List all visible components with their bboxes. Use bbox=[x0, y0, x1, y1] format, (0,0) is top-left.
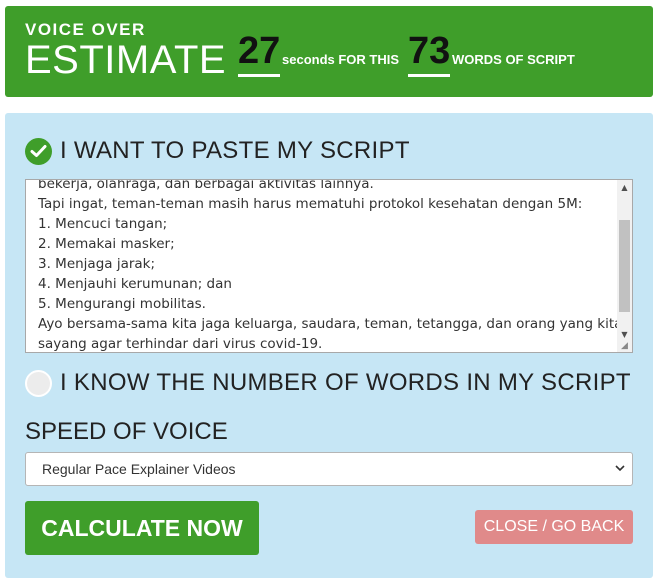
script-line: Ayo bersama-sama kita jaga keluarga, sau… bbox=[38, 316, 623, 332]
script-line: 3. Menjaga jarak; bbox=[38, 256, 156, 272]
checkmark-icon[interactable] bbox=[25, 137, 52, 165]
radio-unchecked-icon[interactable] bbox=[25, 369, 52, 397]
calculate-now-button[interactable]: CALCULATE NOW bbox=[25, 501, 259, 555]
scroll-thumb[interactable] bbox=[619, 220, 630, 312]
speed-select-value: Regular Pace Explainer Videos bbox=[42, 461, 236, 477]
header-title-small: VOICE OVER bbox=[25, 20, 146, 39]
script-line: 4. Menjauhi kerumunan; dan bbox=[38, 276, 232, 292]
estimate-header: VOICE OVER ESTIMATE 27 seconds FOR THIS … bbox=[5, 6, 653, 97]
script-line: bekerja, olahraga, dan berbagai aktivita… bbox=[38, 179, 374, 192]
option-paste-script[interactable]: I WANT TO PASTE MY SCRIPT bbox=[25, 137, 410, 165]
scroll-down-arrow-icon[interactable]: ▼ bbox=[617, 327, 632, 342]
script-textarea[interactable]: bekerja, olahraga, dan berbagai aktivita… bbox=[25, 179, 633, 353]
option-know-label: I KNOW THE NUMBER OF WORDS IN MY SCRIPT bbox=[60, 369, 631, 396]
resize-grip-icon[interactable]: ◢ bbox=[621, 341, 631, 351]
scroll-up-arrow-icon[interactable]: ▲ bbox=[617, 180, 632, 195]
close-go-back-button[interactable]: CLOSE / GO BACK bbox=[475, 510, 633, 544]
speed-select[interactable]: Regular Pace Explainer Videos bbox=[25, 452, 633, 486]
words-text: WORDS OF SCRIPT bbox=[452, 52, 575, 67]
calculator-panel: I WANT TO PASTE MY SCRIPT bekerja, olahr… bbox=[5, 113, 653, 578]
script-scrollbar[interactable]: ▲ ▼ bbox=[617, 180, 632, 352]
script-line: 1. Mencuci tangan; bbox=[38, 216, 168, 232]
option-know-words[interactable]: I KNOW THE NUMBER OF WORDS IN MY SCRIPT bbox=[25, 369, 631, 397]
script-line: sayang agar terhindar dari virus covid-1… bbox=[38, 336, 323, 352]
script-line: 2. Memakai masker; bbox=[38, 236, 175, 252]
option-paste-label: I WANT TO PASTE MY SCRIPT bbox=[60, 137, 410, 164]
seconds-text: seconds FOR THIS bbox=[282, 52, 400, 67]
seconds-value: 27 bbox=[238, 30, 281, 77]
chevron-down-icon bbox=[615, 465, 625, 472]
words-value: 73 bbox=[408, 30, 451, 77]
script-line: Tapi ingat, teman-teman masih harus mema… bbox=[38, 196, 583, 212]
script-line: 5. Mengurangi mobilitas. bbox=[38, 296, 206, 312]
script-text[interactable]: bekerja, olahraga, dan berbagai aktivita… bbox=[38, 179, 623, 352]
header-title-big: ESTIMATE bbox=[25, 38, 227, 82]
speed-of-voice-label: SPEED OF VOICE bbox=[25, 418, 228, 445]
